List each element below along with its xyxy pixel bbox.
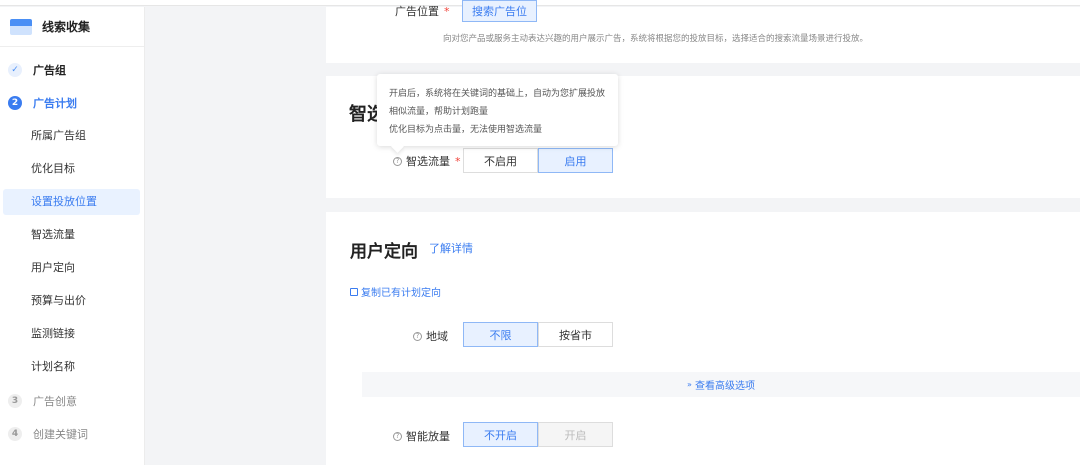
placement-label: 广告位置 * [395,3,450,19]
sidebar-item-placement[interactable]: 设置投放位置 [3,189,140,215]
required-mark: * [444,4,450,18]
smart-expand-toggle: 不开启 开启 [463,422,613,447]
help-icon[interactable]: ? [393,156,402,166]
copy-targeting-link[interactable]: 复制已有计划定向 [350,284,441,299]
placement-description: 向对您产品或服务主动表达兴趣的用户展示广告，系统将根据您的投放目标，选择适合的搜… [443,34,869,44]
targeting-title: 用户定向 [350,242,418,262]
top-bar [0,0,1080,6]
step-label: 广告计划 [33,97,77,110]
label-text: 智能放量 [406,430,450,443]
chevron-down-icon: » [687,380,692,389]
step-ad-plan[interactable]: 2 广告计划 [0,90,145,116]
placement-selector: 搜索广告位 [462,0,537,22]
sidebar-item-smart-traffic[interactable]: 智选流量 [3,222,140,248]
link-text: 复制已有计划定向 [361,288,441,299]
step-number: 3 [8,394,22,408]
smart-traffic-tooltip: 开启后，系统将在关键词的基础上，自动为您扩展投放 相似流量，帮助计划跑量 优化目… [377,74,618,146]
sidebar-item-plan-name[interactable]: 计划名称 [3,354,140,380]
label-text: 地域 [426,330,448,343]
option-unlimited[interactable]: 不限 [463,322,538,347]
smart-traffic-toggle: 不启用 启用 [463,148,613,173]
option-disable[interactable]: 不启用 [463,148,538,173]
step-label: 广告组 [33,64,66,77]
help-icon[interactable]: ? [393,431,402,441]
option-on[interactable]: 开启 [538,422,613,447]
lead-form-icon [10,18,32,35]
smart-traffic-title: 智选流量 [349,104,377,125]
tooltip-line: 相似流量，帮助计划跑量 [389,107,489,117]
brand-title: 线索收集 [42,20,91,34]
sidebar: 线索收集 ✓ 广告组 2 广告计划 所属广告组 优化目标 设置投放位置 智选流量… [0,7,145,465]
step-ad-group[interactable]: ✓ 广告组 [0,57,145,83]
sidebar-item-tracking[interactable]: 监测链接 [3,321,140,347]
brand: 线索收集 [0,7,144,47]
step-number: 2 [8,96,22,110]
option-off[interactable]: 不开启 [463,422,538,447]
option-by-province[interactable]: 按省市 [538,322,613,347]
copy-icon [350,287,358,296]
step-label: 广告创意 [33,395,77,408]
learn-more-link[interactable]: 了解详情 [429,240,473,256]
sidebar-item-goal[interactable]: 优化目标 [3,156,140,182]
region-label: ? 地域 [413,328,448,344]
advanced-options-toggle[interactable]: » 查看高级选项 [362,372,1080,397]
tooltip-line: 开启后，系统将在关键词的基础上，自动为您扩展投放 [389,89,606,99]
smart-traffic-label: ? 智选流量 * [393,153,461,169]
help-icon[interactable]: ? [413,331,422,341]
step-number: 4 [8,427,22,441]
placement-search-option[interactable]: 搜索广告位 [462,0,537,22]
step-creative[interactable]: 3 广告创意 [0,388,145,414]
step-label: 创建关键词 [33,428,88,441]
region-toggle: 不限 按省市 [463,322,613,347]
sidebar-item-budget[interactable]: 预算与出价 [3,288,140,314]
smart-expand-label: ? 智能放量 [393,428,450,444]
label-text: 智选流量 [406,155,450,168]
label-text: 广告位置 [395,5,439,18]
step-keywords[interactable]: 4 创建关键词 [0,421,145,447]
tooltip-line: 优化目标为点击量，无法使用智选流量 [389,125,543,135]
sidebar-item-targeting[interactable]: 用户定向 [3,255,140,281]
sidebar-item-ad-group[interactable]: 所属广告组 [3,123,140,149]
toggle-text: 查看高级选项 [694,381,755,392]
check-icon: ✓ [8,63,22,77]
option-enable[interactable]: 启用 [538,148,613,173]
required-mark: * [455,154,461,168]
